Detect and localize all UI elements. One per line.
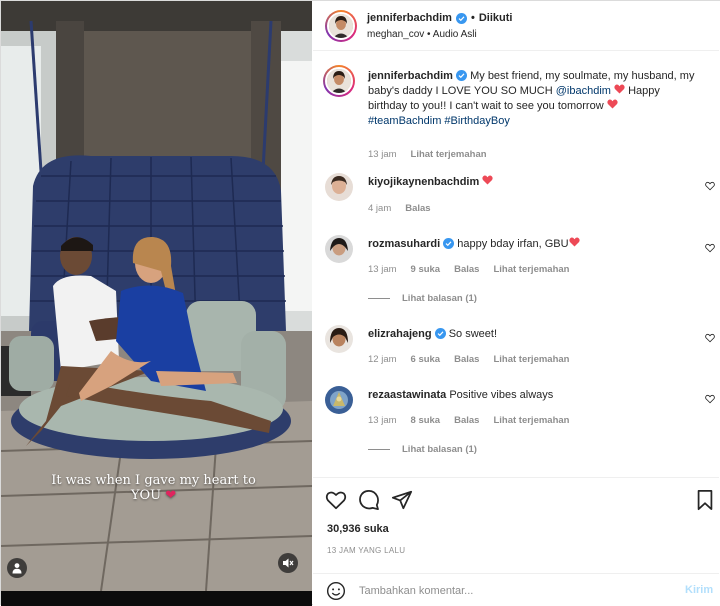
verified-badge-icon xyxy=(455,12,467,24)
comment-text: rezaastawinata Positive vibes always xyxy=(368,388,698,403)
post-modal: It was when I gave my heart to YOU ❤ jen… xyxy=(0,0,720,606)
verified-badge-icon xyxy=(456,70,468,81)
author-line: jenniferbachdim • Diikuti xyxy=(367,12,512,24)
comment-likes[interactable]: 9 suka xyxy=(411,264,441,275)
post-comment-button[interactable]: Kirim xyxy=(685,584,713,596)
red-heart-icon xyxy=(614,84,625,94)
replies-divider xyxy=(368,449,390,450)
speaker-muted-icon xyxy=(283,558,294,568)
caption-time: 13 jam xyxy=(368,149,397,160)
audio-line: meghan_cov • Audio Asli xyxy=(367,29,477,40)
audio-label-link[interactable]: Audio Asli xyxy=(433,29,477,40)
comment-meta: 13 jam 9 suka Balas Lihat terjemahan xyxy=(368,264,569,275)
red-heart-icon xyxy=(482,175,493,185)
view-replies-button[interactable]: Lihat balasan (1) xyxy=(368,444,477,455)
comment-like-heart-icon[interactable] xyxy=(705,394,715,404)
comment-meta: 4 jam Balas xyxy=(368,203,431,214)
comments-list: jenniferbachdim My best friend, my soulm… xyxy=(313,57,719,477)
post-header: jenniferbachdim • Diikuti meghan_cov • A… xyxy=(313,1,719,51)
heart-outline-icon[interactable] xyxy=(325,489,347,511)
video-overlay-line2: YOU xyxy=(130,488,162,503)
verified-badge-icon xyxy=(443,238,455,249)
red-heart-icon xyxy=(568,237,580,247)
comment-bubble-icon[interactable] xyxy=(358,489,380,511)
author-avatar[interactable] xyxy=(325,10,357,42)
commenter-avatar[interactable] xyxy=(325,325,353,353)
comment-text: elizrahajeng So sweet! xyxy=(368,327,698,342)
video-text-overlay: It was when I gave my heart to YOU ❤ xyxy=(41,473,266,503)
video-frame: It was when I gave my heart to YOU ❤ xyxy=(1,1,312,591)
red-heart-icon xyxy=(607,99,618,109)
comment-username[interactable]: rezaastawinata xyxy=(368,389,446,401)
caption-username[interactable]: jenniferbachdim xyxy=(368,70,453,82)
translate-button[interactable]: Lihat terjemahan xyxy=(493,264,569,275)
caption-meta: 13 jam Lihat terjemahan xyxy=(368,149,487,160)
likes-count[interactable]: 30,936 suka xyxy=(327,523,389,535)
comment-body: Positive vibes always xyxy=(449,389,554,401)
follow-status-button[interactable]: Diikuti xyxy=(479,12,513,24)
video-overlay-heart: ❤ xyxy=(165,488,177,503)
post-actions: 30,936 suka 13 JAM YANG LALU xyxy=(313,477,719,567)
reply-button[interactable]: Balas xyxy=(454,264,479,275)
comment-like-heart-icon[interactable] xyxy=(705,243,715,253)
translate-button[interactable]: Lihat terjemahan xyxy=(493,415,569,426)
reply-button[interactable]: Balas xyxy=(454,354,479,365)
caption-hashtags-link[interactable]: #teamBachdim #BirthdayBoy xyxy=(368,115,510,127)
comment-like-heart-icon[interactable] xyxy=(705,181,715,191)
reply-button[interactable]: Balas xyxy=(454,415,479,426)
comment-meta: 13 jam 8 suka Balas Lihat terjemahan xyxy=(368,415,569,426)
post-video[interactable]: It was when I gave my heart to YOU ❤ xyxy=(1,1,312,606)
caption-translate-button[interactable]: Lihat terjemahan xyxy=(411,149,487,160)
comment-text: kiyojikaynenbachdim xyxy=(368,175,698,190)
comment-username[interactable]: kiyojikaynenbachdim xyxy=(368,176,479,188)
audio-separator: • xyxy=(427,29,431,40)
comment-time: 4 jam xyxy=(368,203,392,214)
caption-author-avatar[interactable] xyxy=(323,65,355,97)
caption-mention-link[interactable]: @ibachdim xyxy=(556,85,611,97)
caption-text: jenniferbachdim My best friend, my soulm… xyxy=(368,69,698,129)
paper-plane-icon[interactable] xyxy=(391,489,413,511)
comment-meta: 12 jam 6 suka Balas Lihat terjemahan xyxy=(368,354,569,365)
comment-likes[interactable]: 6 suka xyxy=(411,354,441,365)
audio-source-link[interactable]: meghan_cov xyxy=(367,29,424,40)
smiley-icon[interactable] xyxy=(326,581,346,601)
commenter-avatar[interactable] xyxy=(325,173,353,201)
commenter-avatar[interactable] xyxy=(325,235,353,263)
comment-likes[interactable]: 8 suka xyxy=(411,415,441,426)
author-username[interactable]: jenniferbachdim xyxy=(367,12,452,24)
translate-button[interactable]: Lihat terjemahan xyxy=(493,354,569,365)
replies-divider xyxy=(368,298,390,299)
verified-badge-icon xyxy=(434,328,446,339)
user-tag-icon xyxy=(12,563,22,574)
video-overlay-line1: It was when I gave my heart to xyxy=(51,473,256,488)
comment-time: 13 jam xyxy=(368,264,397,275)
comment-text: rozmasuhardi happy bday irfan, GBU xyxy=(368,237,698,252)
add-comment-bar: Kirim xyxy=(313,573,719,606)
view-replies-button[interactable]: Lihat balasan (1) xyxy=(368,293,477,304)
comment-time: 12 jam xyxy=(368,354,397,365)
comment-username[interactable]: rozmasuhardi xyxy=(368,238,440,250)
user-tag-button[interactable] xyxy=(7,558,27,578)
post-details-pane: jenniferbachdim • Diikuti meghan_cov • A… xyxy=(313,1,720,606)
comment-like-heart-icon[interactable] xyxy=(705,333,715,343)
commenter-avatar[interactable] xyxy=(325,386,353,414)
view-replies-label: Lihat balasan (1) xyxy=(402,293,477,304)
mute-button[interactable] xyxy=(278,553,298,573)
reply-button[interactable]: Balas xyxy=(405,203,430,214)
comment-time: 13 jam xyxy=(368,415,397,426)
bookmark-icon[interactable] xyxy=(694,489,716,511)
header-separator: • xyxy=(470,12,475,24)
comment-body: happy bday irfan, GBU xyxy=(457,238,569,250)
comment-input[interactable] xyxy=(359,580,659,602)
view-replies-label: Lihat balasan (1) xyxy=(402,444,477,455)
comment-body: So sweet! xyxy=(448,328,498,340)
comment-username[interactable]: elizrahajeng xyxy=(368,328,432,340)
post-timestamp[interactable]: 13 JAM YANG LALU xyxy=(327,546,405,555)
